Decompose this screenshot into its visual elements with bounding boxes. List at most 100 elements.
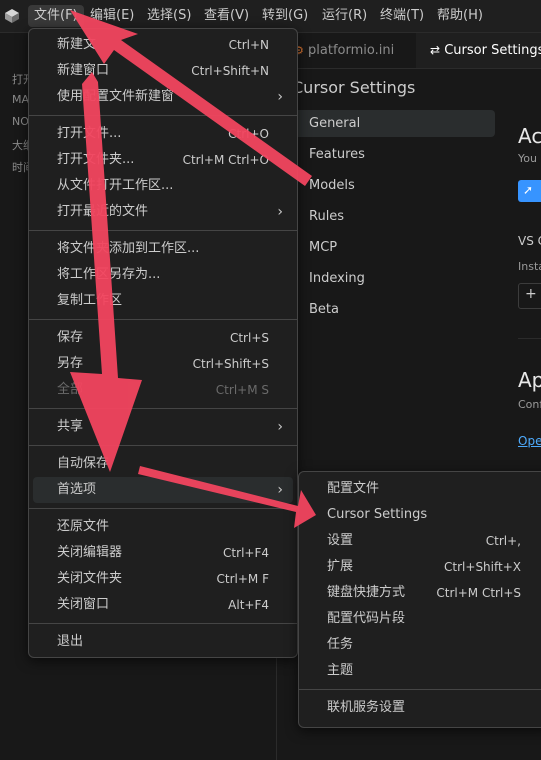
vscode-import-text: Insta	[518, 260, 541, 273]
account-action-button[interactable]: ➚	[518, 180, 541, 202]
menu-item-label: 共享	[57, 419, 84, 434]
page-title: Cursor Settings	[292, 78, 416, 97]
menu-item-0-0[interactable]: 新建文 Ctrl+N	[33, 32, 293, 58]
menu-item-0-7[interactable]: 主题	[303, 658, 541, 684]
menu-item-label: 使用配置文件新建窗	[57, 89, 175, 104]
menu-selection[interactable]: 选择(S)	[141, 5, 197, 27]
menu-item-shortcut: Ctrl+O	[228, 127, 269, 141]
menu-item-label: 联机服务设置	[327, 700, 406, 715]
chevron-right-icon: ›	[277, 419, 283, 435]
sidebar-section-no[interactable]: NO	[12, 115, 29, 128]
menu-run[interactable]: 运行(R)	[316, 5, 373, 27]
nav-item-mcp[interactable]: MCP	[292, 234, 495, 261]
menu-item-shortcut: Ctrl+Shift+S	[192, 357, 269, 371]
menu-item-label: 全部	[57, 382, 84, 397]
nav-item-general[interactable]: General	[292, 110, 495, 137]
menu-item-6-3[interactable]: 关闭窗口 Alt+F4	[33, 592, 293, 618]
menu-item-3-1[interactable]: 另存 Ctrl+Shift+S	[33, 351, 293, 377]
menu-help[interactable]: 帮助(H)	[431, 5, 489, 27]
nav-item-features[interactable]: Features	[292, 141, 495, 168]
menu-view[interactable]: 查看(V)	[198, 5, 255, 27]
menu-item-0-2[interactable]: 设置 Ctrl+,	[303, 528, 541, 554]
menu-item-7-0[interactable]: 退出	[33, 629, 293, 655]
menu-item-shortcut: Ctrl+M F	[216, 572, 269, 586]
sidebar-section-ma[interactable]: MA	[12, 93, 29, 106]
menu-separator	[29, 407, 297, 409]
open-settings-link[interactable]: Ope	[518, 434, 541, 448]
menu-item-label: 还原文件	[57, 519, 110, 534]
menu-edit[interactable]: 编辑(E)	[84, 5, 140, 27]
nav-item-rules[interactable]: Rules	[292, 203, 495, 230]
menu-separator	[29, 622, 297, 624]
menu-item-label: 配置代码片段	[327, 611, 406, 626]
tab-platformio[interactable]: ⚙ platformio.ini	[284, 33, 414, 68]
menu-item-shortcut: Ctrl+M Ctrl+O	[182, 153, 269, 167]
menu-item-shortcut: Ctrl+F4	[223, 546, 269, 560]
menu-item-label: 复制工作区	[57, 293, 123, 308]
menu-item-0-6[interactable]: 任务	[303, 632, 541, 658]
menu-item-6-2[interactable]: 关闭文件夹 Ctrl+M F	[33, 566, 293, 592]
nav-item-beta[interactable]: Beta	[292, 296, 495, 323]
menu-item-0-0[interactable]: 配置文件	[303, 476, 541, 502]
menu-item-2-0[interactable]: 将文件夹添加到工作区...	[33, 236, 293, 262]
section-divider	[518, 338, 541, 339]
rocket-icon: ➚	[523, 183, 534, 197]
menu-item-label: Cursor Settings	[327, 507, 428, 522]
menu-item-0-2[interactable]: 使用配置文件新建窗 ›	[33, 84, 293, 110]
menu-item-0-1[interactable]: 新建窗口 Ctrl+Shift+N	[33, 58, 293, 84]
settings-sync-icon: ⇄	[430, 43, 441, 57]
menu-item-label: 设置	[327, 533, 354, 548]
menu-item-1-1[interactable]: 打开文件夹... Ctrl+M Ctrl+O	[33, 147, 293, 173]
menu-item-label: 新建窗口	[57, 63, 110, 78]
menu-item-label: 关闭窗口	[57, 597, 110, 612]
menu-file[interactable]: 文件(F)	[28, 5, 84, 27]
menu-separator	[299, 688, 541, 690]
account-subtitle: You a	[518, 152, 541, 165]
menu-item-4-0[interactable]: 共享 ›	[33, 414, 293, 440]
menu-item-0-1[interactable]: Cursor Settings	[303, 502, 541, 528]
menu-item-0-5[interactable]: 配置代码片段	[303, 606, 541, 632]
menu-item-label: 扩展	[327, 559, 354, 574]
menu-item-1-2[interactable]: 从文件打开工作区...	[33, 173, 293, 199]
menu-item-label: 将文件夹添加到工作区...	[57, 241, 200, 256]
menu-item-shortcut: Ctrl+M S	[215, 383, 269, 397]
import-button[interactable]: +	[518, 283, 541, 309]
menu-item-5-1[interactable]: 首选项 ›	[33, 477, 293, 503]
tab-cursor-settings[interactable]: ⇄ Cursor Settings	[416, 33, 541, 68]
menu-item-label: 任务	[327, 637, 354, 652]
chevron-right-icon: ›	[277, 482, 283, 498]
menu-separator	[29, 318, 297, 320]
vscode-import-heading: VS C	[518, 234, 541, 248]
section-heading-account: Ac	[518, 124, 541, 148]
chevron-right-icon: ›	[277, 89, 283, 105]
menu-item-3-0[interactable]: 保存 Ctrl+S	[33, 325, 293, 351]
menu-item-2-1[interactable]: 将工作区另存为...	[33, 262, 293, 288]
menu-item-2-2[interactable]: 复制工作区	[33, 288, 293, 314]
menu-item-shortcut: Ctrl+,	[485, 534, 521, 548]
menu-item-1-3[interactable]: 打开最近的文件 ›	[33, 199, 293, 225]
menu-item-0-4[interactable]: 键盘快捷方式 Ctrl+M Ctrl+S	[303, 580, 541, 606]
menu-separator	[29, 444, 297, 446]
nav-item-models[interactable]: Models	[292, 172, 495, 199]
cursor-logo-icon[interactable]	[4, 8, 20, 24]
menu-item-5-0[interactable]: 自动保存	[33, 451, 293, 477]
menu-item-6-0[interactable]: 还原文件	[33, 514, 293, 540]
nav-item-indexing[interactable]: Indexing	[292, 265, 495, 292]
menu-item-0-3[interactable]: 扩展 Ctrl+Shift+X	[303, 554, 541, 580]
menu-item-1-0[interactable]: 联机服务设置	[303, 695, 541, 721]
menu-separator	[29, 114, 297, 116]
section-heading-appearance: Ap	[518, 368, 541, 392]
menu-item-3-2[interactable]: 全部 Ctrl+M S	[33, 377, 293, 403]
menu-item-1-0[interactable]: 打开文件... Ctrl+O	[33, 121, 293, 147]
menu-item-label: 配置文件	[327, 481, 380, 496]
menu-item-label: 打开最近的文件	[57, 204, 149, 219]
menu-terminal[interactable]: 终端(T)	[374, 5, 430, 27]
menu-item-label: 首选项	[57, 482, 97, 497]
menu-separator	[29, 507, 297, 509]
menu-item-6-1[interactable]: 关闭编辑器 Ctrl+F4	[33, 540, 293, 566]
plus-icon: +	[525, 286, 537, 302]
tab-cursor-settings-label: Cursor Settings	[444, 43, 541, 58]
menu-item-label: 打开文件夹...	[57, 152, 135, 167]
file-menu-dropdown: 新建文 Ctrl+N 新建窗口 Ctrl+Shift+N 使用配置文件新建窗 › 打开文件.…	[28, 28, 298, 658]
menu-go[interactable]: 转到(G)	[256, 5, 314, 27]
